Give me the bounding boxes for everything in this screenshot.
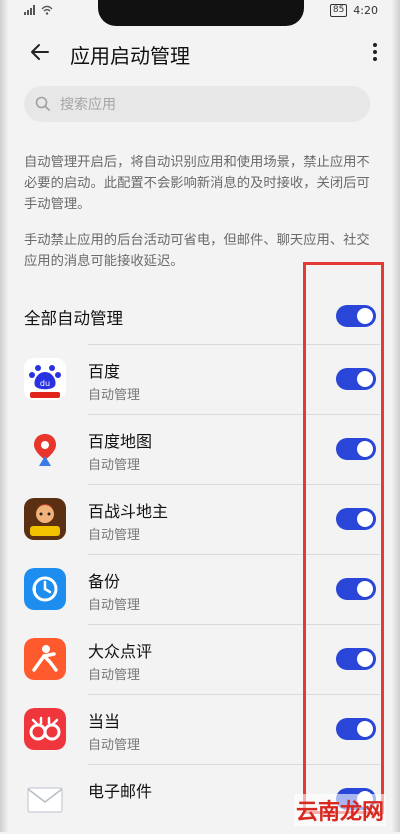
app-toggle-dianping[interactable] [336,648,376,670]
row-divider [88,554,380,555]
app-row-dianping[interactable]: 大众点评 自动管理 [0,624,400,694]
back-arrow-icon[interactable] [26,38,54,66]
app-name: 百度地图 [88,432,153,451]
status-bar: 85 4:20 [0,0,400,28]
dangdang-icon [24,708,66,750]
app-row-baidu[interactable]: du 百度 自动管理 [0,344,400,414]
watermark-logo: 云南龙网 [293,794,386,826]
doudizhu-icon [24,498,66,540]
toggle-knob [357,721,373,737]
description-manual-management: 手动禁止应用的后台活动可省电，但邮件、聊天应用、社交应用的消息可能接收延迟。 [24,233,370,269]
app-toggle-dangdang[interactable] [336,718,376,740]
search-input[interactable] [58,86,362,124]
status-icons-right: 85 4:20 [329,4,378,17]
toggle-knob [357,651,373,667]
toggle-knob [357,371,373,387]
app-bar: 应用启动管理 [0,28,400,78]
app-row-dangdang[interactable]: 当当 自动管理 [0,694,400,764]
toggle-knob [357,441,373,457]
row-divider [88,484,380,485]
search-icon [35,96,50,111]
app-status: 自动管理 [88,388,141,403]
row-divider [88,624,380,625]
row-divider [88,344,380,345]
description-auto-management: 自动管理开启后，将自动识别应用和使用场景，禁止应用不必要的启动。此配置不会影响新… [24,155,370,212]
app-name: 当当 [88,712,121,731]
all-auto-manage-label: 全部自动管理 [24,309,123,328]
app-status: 自动管理 [88,528,141,543]
row-divider [88,414,380,415]
app-toggle-backup[interactable] [336,578,376,600]
more-options-icon[interactable] [366,38,384,66]
app-name: 电子邮件 [88,782,153,801]
signal-icon [24,5,35,15]
status-icons-left [24,5,53,15]
all-auto-manage-toggle[interactable] [336,305,376,327]
backup-icon [24,568,66,610]
svg-text:du: du [40,379,50,388]
app-row-doudizhu[interactable]: 百战斗地主 自动管理 [0,484,400,554]
app-name: 百战斗地主 [88,502,169,521]
search-bar[interactable] [24,86,370,124]
app-toggle-doudizhu[interactable] [336,508,376,530]
app-toggle-baidu[interactable] [336,368,376,390]
status-time: 4:20 [353,4,378,17]
toggle-knob [357,511,373,527]
row-divider [88,764,380,765]
wifi-icon [41,5,53,15]
app-row-baidu-map[interactable]: 百度地图 自动管理 [0,414,400,484]
dianping-icon [24,638,66,680]
app-status: 自动管理 [88,598,141,613]
baidu-map-icon [24,428,66,470]
app-name: 大众点评 [88,642,153,661]
battery-icon: 85 [329,4,348,17]
camera-notch [98,0,304,26]
app-status: 自动管理 [88,668,141,683]
toggle-knob [357,581,373,597]
app-status: 自动管理 [88,458,141,473]
email-icon [24,778,66,820]
row-divider [88,694,380,695]
all-auto-manage-row[interactable]: 全部自动管理 [0,290,400,342]
toggle-knob [357,308,373,324]
app-name: 百度 [88,362,121,381]
baidu-icon: du [24,358,66,400]
app-list: du 百度 自动管理 百度地图 自动管理 百战斗地主 自动管理 备份 自动管理 … [0,344,400,834]
page-title: 应用启动管理 [70,44,190,68]
app-name: 备份 [88,572,121,591]
app-row-backup[interactable]: 备份 自动管理 [0,554,400,624]
app-status: 自动管理 [88,738,141,753]
app-toggle-baidu-map[interactable] [336,438,376,460]
